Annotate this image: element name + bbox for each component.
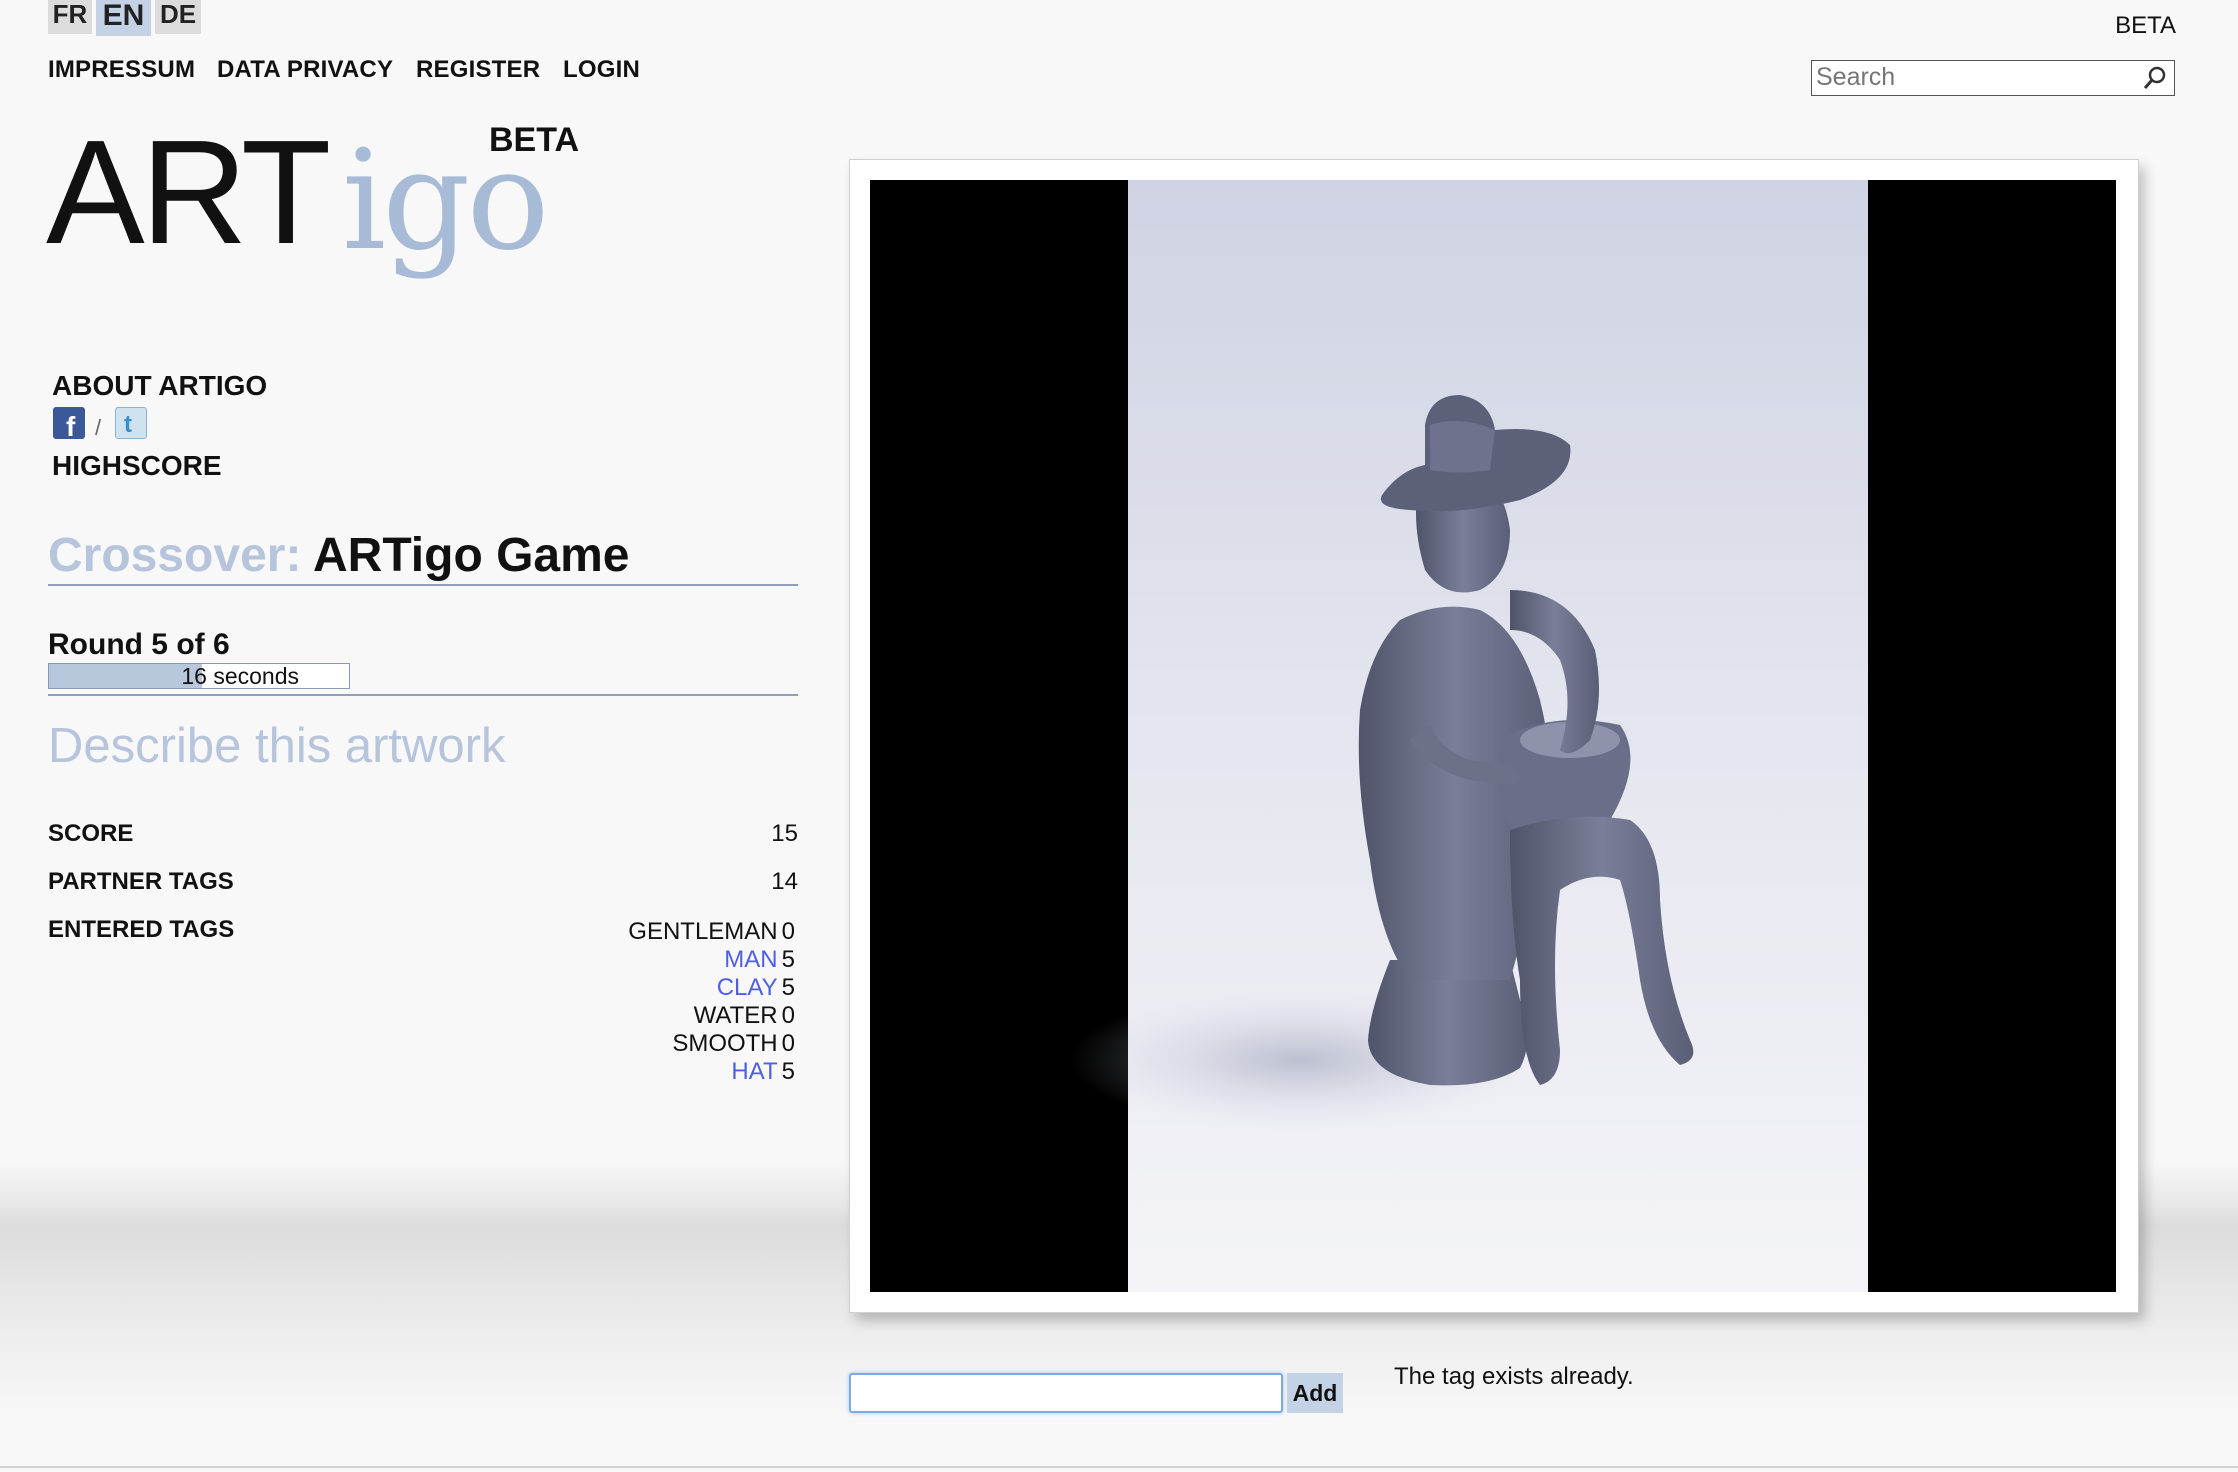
entered-tags-list: GENTLEMAN 0 MAN 5 CLAY 5 WATER 0 SMOOTH 0 HAT 5 — [628, 918, 795, 1086]
tag-word: CLAY — [716, 974, 778, 1001]
tag-word: WATER — [693, 1002, 778, 1029]
tag-word: SMOOTH — [672, 1030, 778, 1057]
tag-input[interactable] — [849, 1373, 1283, 1413]
tag-points: 0 — [781, 1002, 795, 1029]
add-tag-button[interactable]: Add — [1287, 1373, 1343, 1413]
twitter-icon[interactable]: t — [115, 407, 147, 439]
round-indicator: Round 5 of 6 — [48, 628, 230, 661]
tag-word: HAT — [731, 1058, 778, 1085]
timer-bar: 16 seconds — [48, 663, 350, 689]
game-title: Crossover: ARTigo Game — [48, 526, 630, 586]
entered-tag: MAN 5 — [628, 946, 795, 974]
game-name: ARTigo Game — [313, 529, 630, 582]
tag-points: 0 — [781, 918, 795, 945]
divider — [48, 694, 798, 696]
game-mode-prefix: Crossover: — [48, 529, 302, 582]
logo-beta: BETA — [489, 121, 580, 159]
tag-points: 5 — [781, 1058, 795, 1085]
lang-en[interactable]: EN — [96, 0, 151, 36]
lang-de[interactable]: DE — [155, 0, 201, 34]
partner-tags-value: 14 — [771, 868, 798, 895]
about-link[interactable]: ABOUT ARTIGO — [52, 370, 267, 402]
tag-points: 5 — [781, 974, 795, 1001]
beta-label: BETA — [2115, 12, 2176, 39]
tag-points: 0 — [781, 1030, 795, 1057]
describe-prompt: Describe this artwork — [48, 719, 506, 773]
search-input[interactable] — [1812, 61, 2130, 93]
highscore-link[interactable]: HIGHSCORE — [52, 450, 222, 482]
score-value: 15 — [771, 820, 798, 847]
svg-text:f: f — [66, 411, 76, 439]
entered-tag: CLAY 5 — [628, 974, 795, 1002]
search-box — [1811, 60, 2175, 96]
nav-data-privacy[interactable]: DATA PRIVACY — [217, 56, 393, 84]
logo-art-text: ART — [46, 110, 331, 275]
status-message: The tag exists already. — [1394, 1363, 1634, 1390]
tag-points: 5 — [781, 946, 795, 973]
nav-login[interactable]: LOGIN — [563, 56, 640, 84]
tag-word: MAN — [724, 946, 778, 973]
entered-tag: GENTLEMAN 0 — [628, 918, 795, 946]
entered-tags-label: ENTERED TAGS — [48, 916, 235, 943]
entered-tag: HAT 5 — [628, 1058, 795, 1086]
footer-divider — [0, 1466, 2238, 1468]
nav-impressum[interactable]: IMPRESSUM — [48, 56, 195, 84]
separator: / — [95, 415, 102, 440]
nav-register[interactable]: REGISTER — [416, 56, 540, 84]
search-icon[interactable] — [2142, 65, 2168, 91]
tag-word: GENTLEMAN — [628, 918, 778, 945]
facebook-icon[interactable]: f — [53, 407, 85, 442]
svg-text:t: t — [124, 411, 132, 438]
score-label: SCORE — [48, 820, 134, 847]
lang-fr[interactable]: FR — [48, 0, 92, 34]
entered-tag: SMOOTH 0 — [628, 1030, 795, 1058]
entered-tag: WATER 0 — [628, 1002, 795, 1030]
artwork-image — [870, 180, 2116, 1292]
divider — [48, 584, 798, 586]
timer-label: 16 seconds — [181, 663, 299, 689]
partner-tags-label: PARTNER TAGS — [48, 868, 234, 895]
